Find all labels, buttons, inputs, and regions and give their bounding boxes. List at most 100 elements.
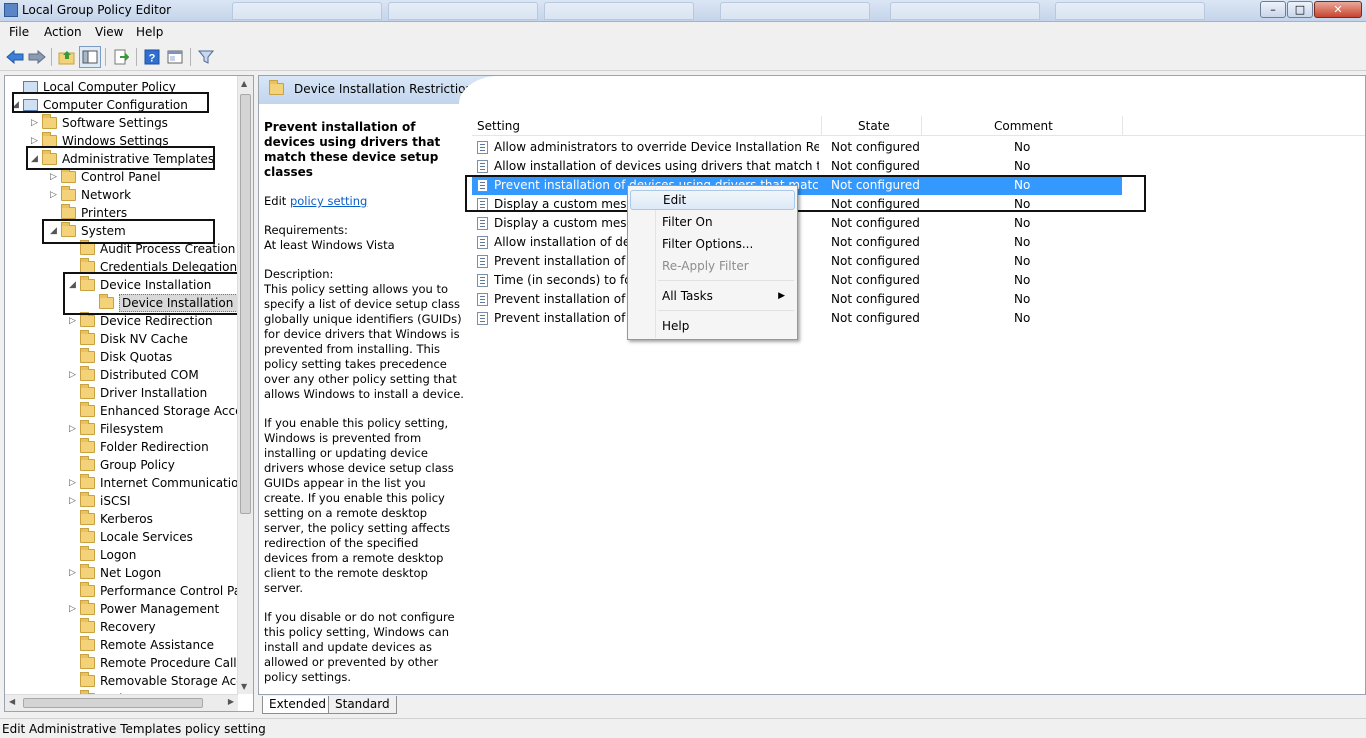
column-header-setting[interactable]: Setting [477,119,520,133]
tree-item[interactable]: ▷ Network [5,186,237,204]
background-window-tab [232,2,382,20]
tree-item[interactable]: Recovery [5,618,237,636]
menu-item-help[interactable]: Help [630,316,795,336]
expand-arrow-icon[interactable]: ▷ [68,366,77,384]
column-header-state[interactable]: State [858,119,890,133]
policy-row[interactable]: Allow installation of devices using driv… [472,157,1122,176]
tree-item[interactable]: ▷ Control Panel [5,168,237,186]
tree-item[interactable]: Remote Assistance [5,636,237,654]
menu-item-label: All Tasks [662,289,713,303]
tree-item[interactable]: Remote Procedure Call [5,654,237,672]
policy-setting-icon [477,255,488,268]
menu-file[interactable]: File [9,25,29,39]
up-folder-icon[interactable] [56,46,78,68]
folder-icon [80,348,95,363]
status-text: Edit Administrative Templates policy set… [2,722,266,736]
scroll-left-icon[interactable]: ◀ [9,697,15,706]
tree-item[interactable]: ▷ Filesystem [5,420,237,438]
edit-prefix: Edit [264,194,290,208]
edit-policy-link[interactable]: policy setting [290,194,367,208]
tree-item[interactable]: Enhanced Storage Access [5,402,253,420]
policy-setting-icon [477,236,488,249]
tree-horizontal-scrollbar[interactable]: ◀ ▶ [5,694,238,711]
tree-item[interactable]: ▷ iSCSI [5,492,237,510]
tree-item-label: Logon [100,548,137,562]
title-bar: Local Group Policy Editor – □ ✕ [0,0,1366,22]
properties-icon[interactable] [164,46,186,68]
menu-separator [658,280,794,281]
tree-item[interactable]: Group Policy [5,456,237,474]
scroll-down-icon[interactable]: ▼ [241,682,247,691]
column-header-comment[interactable]: Comment [994,119,1053,133]
expand-arrow-icon[interactable]: ▷ [49,186,58,204]
tree-vertical-scrollbar[interactable]: ▲ ▼ [237,76,253,694]
close-button[interactable]: ✕ [1314,1,1362,18]
expand-arrow-icon[interactable]: ▷ [30,114,39,132]
expand-arrow-icon[interactable]: ▷ [68,420,77,438]
help-icon[interactable]: ? [141,46,163,68]
tree-item-label: Disk NV Cache [100,332,188,346]
filter-icon[interactable] [195,46,217,68]
forward-icon[interactable] [26,46,48,68]
tree-item[interactable]: ▷ Distributed COM [5,366,237,384]
tree-item[interactable]: Driver Installation [5,384,237,402]
background-window-tab [544,2,694,20]
tree-item-label: Enhanced Storage Access [100,404,254,418]
menu-action[interactable]: Action [44,25,82,39]
tree-item-label: Network [81,188,132,202]
tree-item[interactable]: ▷ Net Logon [5,564,237,582]
description-paragraph: This policy setting allows you to specif… [264,282,464,401]
expand-arrow-icon[interactable]: ▷ [68,600,77,618]
tree-item[interactable]: Logon [5,546,237,564]
details-pane: Device Installation Restrictions Prevent… [258,75,1366,695]
tab-extended[interactable]: Extended [262,696,333,714]
folder-icon [80,618,95,633]
menu-item-edit[interactable]: Edit [630,190,795,210]
tree-item[interactable]: ▷ Software Settings [5,114,237,132]
tree-item[interactable]: Kerberos [5,510,237,528]
tree-item[interactable]: Disk Quotas [5,348,237,366]
column-divider[interactable] [921,116,922,136]
annotation-box [63,272,253,315]
tree-item[interactable]: Folder Redirection [5,438,237,456]
tree-hscroll-thumb[interactable] [23,698,203,708]
policy-row[interactable]: Allow administrators to override Device … [472,138,1122,157]
back-icon[interactable] [4,46,26,68]
tree-item[interactable]: Removable Storage Access [5,672,253,690]
policy-comment: No [1014,254,1031,268]
edit-line: Edit policy setting [264,194,464,209]
tab-standard[interactable]: Standard [328,696,397,714]
annotation-box [465,175,1146,212]
menu-view[interactable]: View [95,25,123,39]
policy-comment: No [1014,235,1031,249]
menu-item-filter-on[interactable]: Filter On [630,212,795,232]
menu-item-all-tasks[interactable]: All Tasks ▶ [630,286,795,306]
scroll-right-icon[interactable]: ▶ [228,697,234,706]
menu-item-filter-options[interactable]: Filter Options... [630,234,795,254]
show-hide-tree-icon[interactable] [79,46,101,68]
expand-arrow-icon[interactable]: ▷ [68,492,77,510]
background-window-tab [720,2,870,20]
tree-item[interactable]: Disk NV Cache [5,330,237,348]
app-icon [4,3,18,17]
tree-item[interactable]: Performance Control Panel [5,582,253,600]
tree-item-label: Performance Control Panel [100,584,254,598]
maximize-button[interactable]: □ [1287,1,1313,18]
column-divider[interactable] [1122,116,1123,136]
policy-comment: No [1014,292,1031,306]
minimize-button[interactable]: – [1260,1,1286,18]
policy-setting-icon [477,141,488,154]
scroll-up-icon[interactable]: ▲ [241,79,247,88]
tree-item[interactable]: ▷ Internet Communication [5,474,246,492]
tree-item[interactable]: Locale Services [5,528,237,546]
column-divider[interactable] [821,116,822,136]
tree-item[interactable]: ▷ Power Management [5,600,237,618]
menu-help[interactable]: Help [136,25,163,39]
expand-arrow-icon[interactable]: ▷ [68,564,77,582]
expand-arrow-icon[interactable]: ▷ [68,474,77,492]
folder-icon [61,186,76,201]
tree-scroll-thumb[interactable] [240,94,251,514]
expand-arrow-icon[interactable]: ▷ [49,168,58,186]
export-list-icon[interactable] [110,46,132,68]
console-tree[interactable]: Local Computer Policy ◢ Computer Configura… [4,75,254,712]
